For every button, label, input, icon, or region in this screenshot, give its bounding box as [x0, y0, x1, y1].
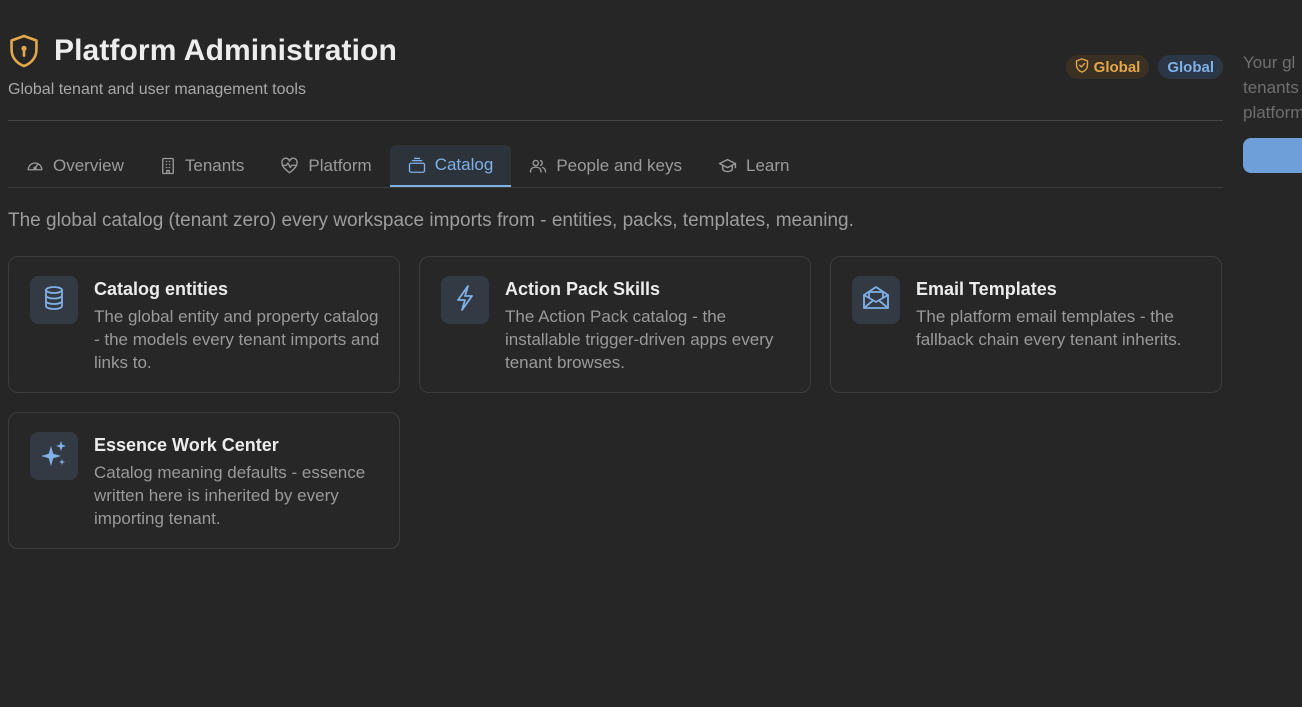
heart-pulse-icon	[280, 157, 299, 175]
card-essence-work-center[interactable]: Essence Work Center Catalog meaning defa…	[8, 412, 400, 549]
card-title: Catalog entities	[94, 279, 229, 299]
tab-tenants[interactable]: Tenants	[142, 145, 263, 187]
card-title: Action Pack Skills	[505, 279, 661, 299]
shield-keyhole-icon	[8, 34, 40, 68]
tab-label: Learn	[746, 156, 790, 175]
card-catalog-entities[interactable]: Catalog entities The global entity and p…	[8, 256, 400, 393]
card-title: Email Templates	[916, 279, 1057, 299]
page-title: Platform Administration	[54, 34, 397, 67]
scope-badges: Global Global	[1065, 55, 1223, 79]
building-icon	[160, 157, 176, 175]
tab-label: Overview	[53, 156, 124, 175]
role-badge-label: Global	[1167, 58, 1214, 76]
card-body: The Action Pack catalog - the installabl…	[505, 307, 774, 372]
card-body: The platform email templates - the fallb…	[916, 307, 1182, 349]
database-icon	[42, 285, 66, 316]
tab-platform[interactable]: Platform	[262, 145, 389, 187]
card-body: Catalog meaning defaults - essence writt…	[94, 463, 366, 528]
scope-badge-label: Global	[1093, 58, 1141, 76]
mail-open-icon	[862, 285, 890, 316]
card-action-pack-skills[interactable]: Action Pack Skills The Action Pack catal…	[419, 256, 811, 393]
tab-label: People and keys	[556, 156, 683, 175]
tab-catalog[interactable]: Catalog	[389, 145, 512, 187]
tab-label: Platform	[308, 156, 372, 175]
catalog-description: The global catalog (tenant zero) every w…	[8, 210, 854, 231]
card-icon-tile	[30, 276, 78, 324]
card-body: The global entity and property catalog -…	[94, 307, 380, 372]
card-title: Essence Work Center	[94, 435, 279, 455]
users-icon	[529, 158, 547, 174]
scope-badge-global: Global	[1065, 55, 1150, 79]
shield-icon	[1075, 57, 1089, 77]
card-icon-tile	[852, 276, 900, 324]
admin-tabs: Overview Tenants Platform Catalog People…	[8, 145, 1223, 188]
side-panel-button[interactable]	[1243, 138, 1302, 173]
tab-overview[interactable]: Overview	[8, 145, 142, 187]
layers-icon	[408, 157, 426, 174]
card-icon-tile	[30, 432, 78, 480]
role-badge-global: Global	[1158, 55, 1223, 79]
side-panel-line: tenants	[1243, 78, 1299, 97]
tab-people-and-keys[interactable]: People and keys	[511, 145, 700, 187]
side-panel-line: platform	[1243, 103, 1302, 122]
gauge-icon	[26, 157, 44, 175]
tab-learn[interactable]: Learn	[700, 145, 807, 187]
side-panel-line: Your gl	[1243, 53, 1296, 72]
card-email-templates[interactable]: Email Templates The platform email templ…	[830, 256, 1222, 393]
tab-label: Catalog	[434, 155, 494, 174]
graduation-cap-icon	[718, 158, 737, 174]
tab-label: Tenants	[184, 156, 245, 175]
page-header: Platform Administration Global tenant an…	[8, 34, 1223, 121]
side-panel-text: Your gl tenants platform	[1243, 50, 1302, 125]
page-subtitle: Global tenant and user management tools	[8, 81, 306, 98]
sparkles-icon	[41, 440, 67, 473]
title-row: Platform Administration	[8, 34, 1223, 68]
lightning-icon	[454, 284, 476, 317]
card-icon-tile	[441, 276, 489, 324]
